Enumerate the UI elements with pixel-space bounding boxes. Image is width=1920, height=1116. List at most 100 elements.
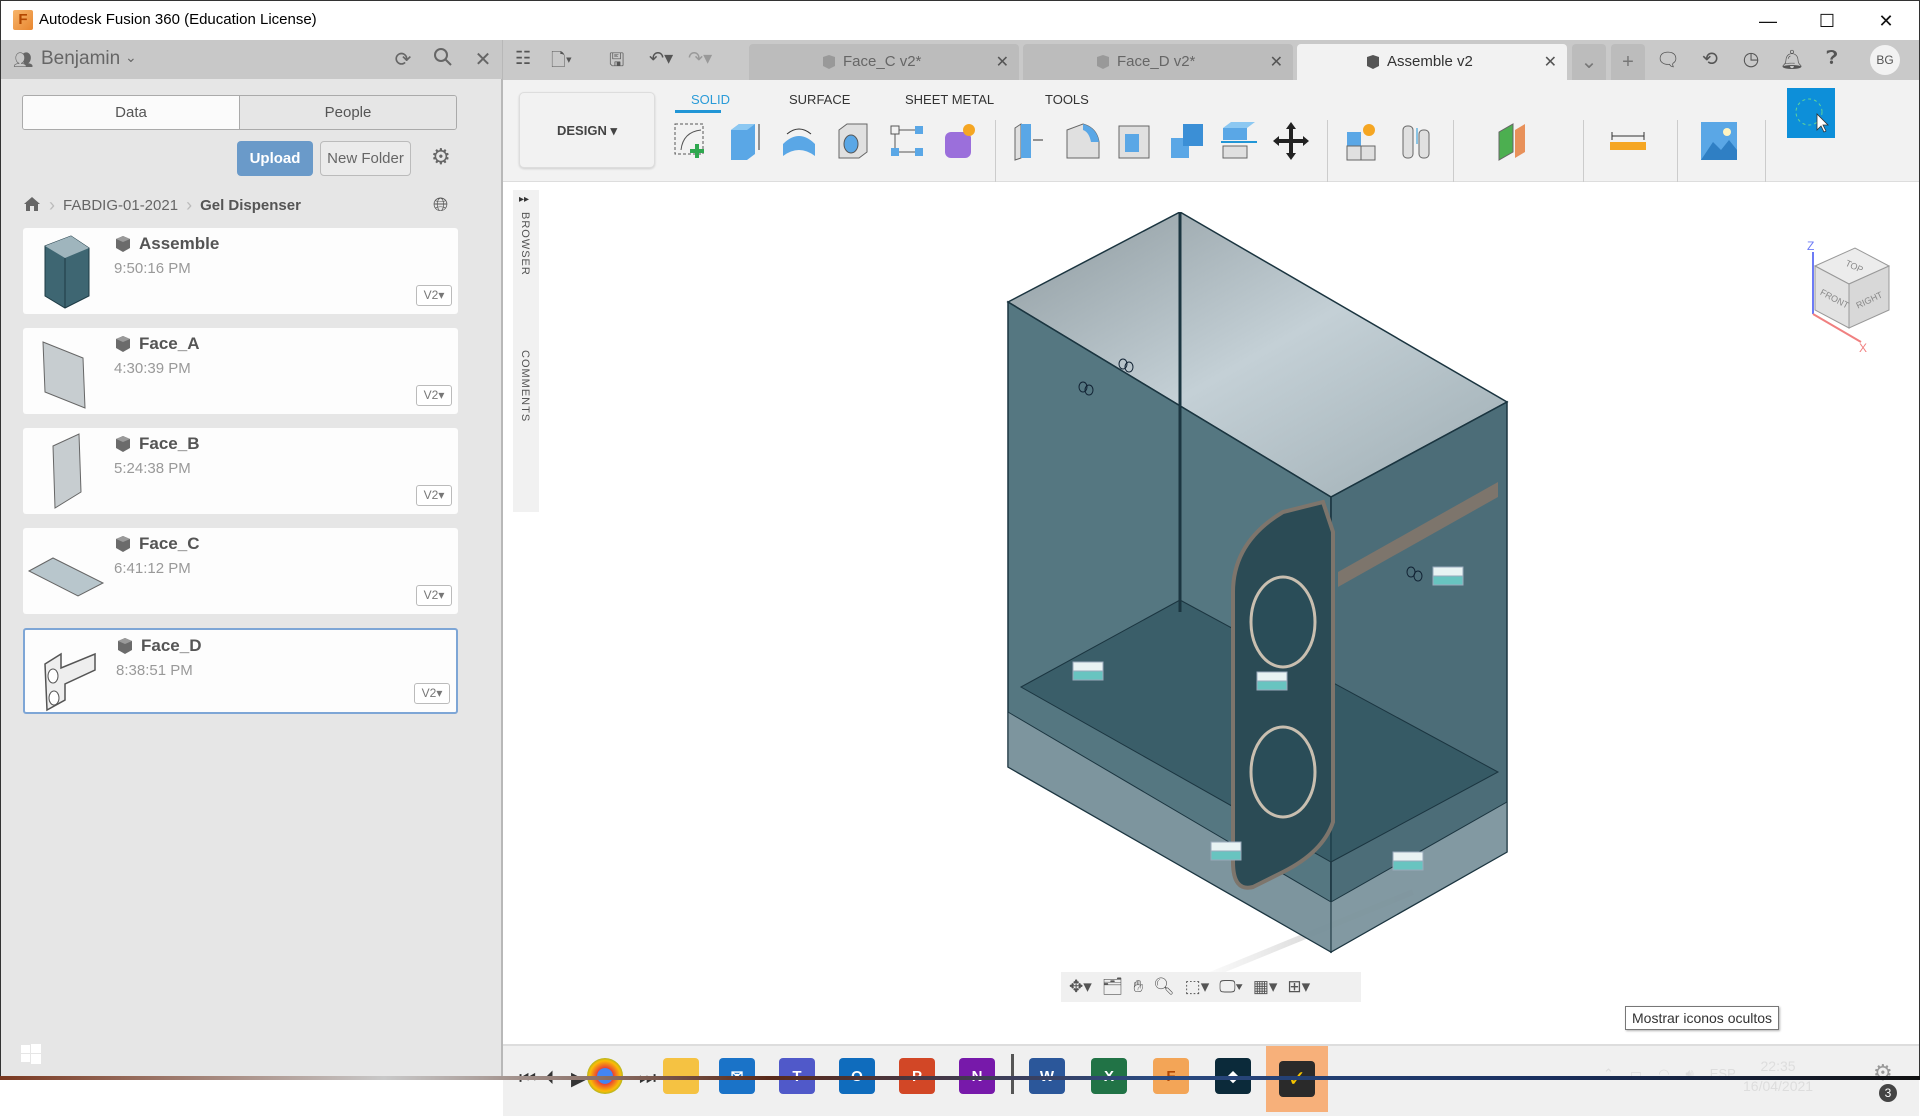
design-cube-icon <box>116 637 134 655</box>
joint-icon[interactable] <box>1397 120 1437 162</box>
close-tab-icon[interactable]: ✕ <box>996 52 1009 72</box>
shell-icon[interactable] <box>1115 120 1155 162</box>
save-icon[interactable]: 🖫︎ <box>609 48 624 78</box>
close-tab-icon[interactable]: ✕ <box>1544 52 1557 72</box>
close-tab-icon[interactable]: ✕ <box>1270 52 1283 72</box>
file-menu-icon[interactable]: 🗋︎▾ <box>551 48 572 78</box>
document-tab-bar: ☷ 🗋︎▾ 🖫︎ ↶▾ ↷▾ Face_C v2* ✕ Face_D v2* ✕… <box>503 40 1919 80</box>
viewports-icon[interactable]: ⊞▾ <box>1287 977 1310 997</box>
version-dropdown[interactable]: V2▾ <box>414 683 450 704</box>
breadcrumb-folder[interactable]: Gel Dispenser <box>200 197 301 214</box>
expand-double-arrow-icon[interactable]: ▸▸ <box>519 194 529 205</box>
create-form-icon[interactable] <box>939 120 979 162</box>
insert-image-icon[interactable] <box>1699 120 1739 162</box>
pan-hand-icon[interactable]: ✋︎ <box>1133 977 1143 997</box>
doc-tab-label: Face_C v2* <box>843 53 922 70</box>
file-card-face-d[interactable]: Face_D 8:38:51 PM V2▾ <box>23 628 458 714</box>
revolve-icon[interactable] <box>779 120 819 162</box>
design-cube-icon <box>1367 55 1379 69</box>
joint-marker <box>1072 661 1104 681</box>
design-cube-icon <box>823 55 835 69</box>
timeline-marker[interactable] <box>1011 1054 1014 1094</box>
new-folder-button[interactable]: New Folder <box>320 141 411 176</box>
maximize-button[interactable]: ☐ <box>1798 1 1856 41</box>
file-name: Face_B <box>139 434 200 453</box>
undo-icon[interactable]: ↶▾ <box>649 48 673 69</box>
grid-settings-icon[interactable]: ▦▾ <box>1253 977 1278 997</box>
action-center-icon[interactable]: ⚙ <box>1873 1060 1893 1086</box>
offset-plane-icon[interactable] <box>1493 120 1533 162</box>
job-status-clock-icon[interactable]: ◷ <box>1738 48 1764 71</box>
file-card-face-a[interactable]: Face_A 4:30:39 PM V2▾ <box>23 328 458 414</box>
tab-data[interactable]: Data <box>23 96 239 129</box>
breadcrumb-project[interactable]: FABDIG-01-2021 <box>63 197 178 214</box>
version-dropdown[interactable]: V2▾ <box>416 485 452 506</box>
display-settings-icon[interactable]: 🖵︎▾ <box>1219 977 1243 997</box>
breadcrumb: › FABDIG-01-2021 › Gel Dispenser <box>23 195 301 216</box>
team-icon: 👥︎ <box>13 52 34 69</box>
tab-people[interactable]: People <box>239 96 456 129</box>
press-pull-icon[interactable] <box>1009 120 1049 162</box>
search-icon[interactable] <box>430 47 456 73</box>
chevron-down-icon[interactable]: ⌄ <box>125 49 137 66</box>
orbit-icon[interactable]: ✥▾ <box>1069 977 1092 997</box>
workspace-switcher[interactable]: DESIGN ▾ <box>519 92 655 168</box>
look-at-icon[interactable]: 🗂︎ <box>1102 977 1124 997</box>
file-card-face-b[interactable]: Face_B 5:24:38 PM V2▾ <box>23 428 458 514</box>
new-tab-plus-icon[interactable]: + <box>1611 44 1645 80</box>
file-name: Face_D <box>141 636 202 655</box>
file-card-assemble[interactable]: Assemble 9:50:16 PM V2▾ <box>23 228 458 314</box>
combine-icon[interactable] <box>1167 120 1207 162</box>
notification-bell-icon[interactable]: 🔔︎ <box>1779 48 1805 72</box>
gear-icon[interactable]: ⚙ <box>431 144 451 170</box>
tab-solid[interactable]: SOLID <box>691 92 730 107</box>
pattern-icon[interactable] <box>887 120 927 162</box>
file-card-face-c[interactable]: Face_C 6:41:12 PM V2▾ <box>23 528 458 614</box>
fit-window-icon[interactable]: ⬚▾ <box>1185 977 1210 997</box>
data-panel: 👥︎ Benjamin ⌄ ⟳ ✕ Data People Upload New… <box>0 40 503 1080</box>
help-icon[interactable]: ❓︎ <box>1819 48 1845 70</box>
version-dropdown[interactable]: V2▾ <box>416 285 452 306</box>
globe-share-icon[interactable]: 🌐︎ <box>433 195 448 217</box>
tab-surface[interactable]: SURFACE <box>789 92 850 107</box>
close-panel-icon[interactable]: ✕ <box>470 47 496 72</box>
refresh-icon[interactable]: ⟳ <box>390 47 416 72</box>
doc-tab-assemble[interactable]: Assemble v2 ✕ <box>1297 44 1567 80</box>
new-component-icon[interactable] <box>1343 120 1383 162</box>
comment-icon[interactable]: 🗨︎ <box>1655 48 1681 72</box>
create-sketch-icon[interactable] <box>671 120 711 162</box>
select-tool-button[interactable] <box>1787 88 1835 138</box>
team-name[interactable]: Benjamin <box>41 48 120 70</box>
move-copy-icon[interactable] <box>1271 120 1311 162</box>
thumbnail-face-d <box>25 630 111 716</box>
comments-panel-toggle[interactable]: COMMENTS <box>519 350 531 422</box>
close-window-button[interactable]: ✕ <box>1857 1 1915 41</box>
minimize-button[interactable]: — <box>1739 1 1797 41</box>
gel-dispenser-model[interactable] <box>993 212 1533 982</box>
home-icon[interactable] <box>23 196 41 216</box>
version-dropdown[interactable]: V2▾ <box>416 385 452 406</box>
3d-viewport[interactable]: ▸▸ BROWSER COMMENTS Z X TOP FRONT RIGHT … <box>503 182 1919 1044</box>
measure-icon[interactable] <box>1608 120 1648 162</box>
doc-tab-face-c[interactable]: Face_C v2* ✕ <box>749 44 1019 80</box>
fillet-icon[interactable] <box>1063 120 1103 162</box>
zoom-icon[interactable]: 🔍︎ <box>1153 977 1175 997</box>
doc-tab-face-d[interactable]: Face_D v2* ✕ <box>1023 44 1293 80</box>
redo-icon[interactable]: ↷▾ <box>688 48 712 69</box>
extensions-icon[interactable]: ⟲ <box>1697 48 1723 71</box>
user-avatar[interactable]: BG <box>1870 45 1900 75</box>
upload-button[interactable]: Upload <box>237 141 313 176</box>
desktop-wallpaper-strip <box>0 1076 1920 1080</box>
tab-overflow-chevron-icon[interactable]: ⌄ <box>1572 44 1606 80</box>
browser-panel-toggle[interactable]: BROWSER <box>519 212 531 276</box>
app-grid-icon[interactable]: ☷ <box>515 48 531 69</box>
file-time: 8:38:51 PM <box>116 662 193 679</box>
view-cube[interactable]: Z X TOP FRONT RIGHT <box>1793 234 1913 355</box>
split-body-icon[interactable] <box>1219 120 1259 162</box>
version-dropdown[interactable]: V2▾ <box>416 585 452 606</box>
extrude-icon[interactable] <box>725 120 765 162</box>
windows-start-icon[interactable] <box>21 1044 41 1064</box>
hole-icon[interactable] <box>833 120 873 162</box>
tab-sheet-metal[interactable]: SHEET METAL <box>905 92 994 107</box>
tab-tools[interactable]: TOOLS <box>1045 92 1089 107</box>
